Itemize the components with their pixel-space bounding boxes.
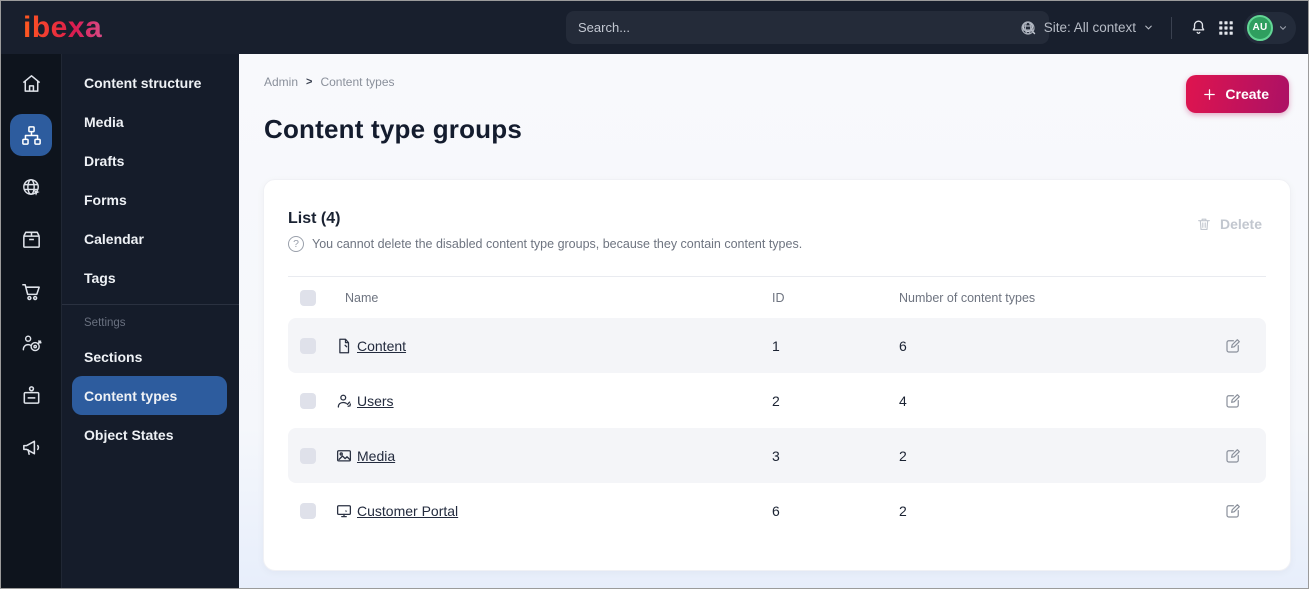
- edit-icon: [1226, 448, 1240, 463]
- group-id: 1: [772, 337, 780, 354]
- breadcrumb-admin[interactable]: Admin: [264, 75, 298, 89]
- table-body: Content 1 6 Users 2 4 Media 3 2 Customer…: [288, 318, 1266, 538]
- ibexa-admin-window: ibexa Site: All context: [0, 0, 1309, 589]
- monitor-icon: [335, 502, 357, 520]
- help-question-icon: [288, 236, 304, 252]
- marketing-megaphone-icon[interactable]: [10, 426, 52, 468]
- file-icon: [335, 337, 357, 355]
- list-info: You cannot delete the disabled content t…: [288, 236, 1266, 252]
- row-checkbox[interactable]: [300, 502, 316, 519]
- edit-button[interactable]: [1224, 447, 1252, 465]
- site-icon[interactable]: [10, 166, 52, 208]
- content-type-groups-table: Name ID Number of content types Content: [288, 276, 1266, 538]
- chevron-down-icon: [1279, 25, 1287, 30]
- delete-button-label: Delete: [1219, 216, 1262, 232]
- table-row: Users 2 4: [288, 373, 1266, 428]
- column-header-name: Name: [345, 290, 379, 305]
- row-checkbox[interactable]: [300, 337, 316, 354]
- edit-icon: [1226, 338, 1240, 353]
- breadcrumb: Admin > Content types: [264, 75, 395, 89]
- home-icon[interactable]: [10, 62, 52, 104]
- group-name-link[interactable]: Users: [357, 393, 394, 409]
- breadcrumb-separator: >: [306, 76, 313, 88]
- table-row: Customer Portal 6 2: [288, 483, 1266, 538]
- group-count: 4: [899, 392, 907, 409]
- menu-divider: [62, 304, 239, 305]
- user-icon: [335, 392, 357, 410]
- sidebar-item-object-states[interactable]: Object States: [62, 415, 239, 454]
- topbar-divider: [1171, 16, 1172, 39]
- main-content: Admin > Content types Create Content typ…: [239, 54, 1308, 588]
- corporate-badge-icon[interactable]: [10, 374, 52, 416]
- page-title: Content type groups: [264, 114, 523, 144]
- row-checkbox[interactable]: [300, 392, 316, 409]
- select-all-checkbox[interactable]: [300, 289, 316, 306]
- sidebar-item-forms[interactable]: Forms: [62, 180, 239, 219]
- table-row: Content 1 6: [288, 318, 1266, 373]
- image-icon: [335, 447, 357, 465]
- column-header-id: ID: [772, 290, 785, 305]
- edit-button[interactable]: [1224, 502, 1252, 520]
- site-context-label: Site: All context: [1043, 20, 1136, 35]
- sidebar-item-content-types[interactable]: Content types: [72, 376, 227, 415]
- global-search[interactable]: [566, 11, 1049, 44]
- sidebar-item-tags[interactable]: Tags: [62, 258, 239, 297]
- avatar: AU: [1247, 14, 1273, 41]
- sidebar-item-media[interactable]: Media: [62, 102, 239, 141]
- sidebar-item-content-structure[interactable]: Content structure: [62, 63, 239, 102]
- column-header-count: Number of content types: [899, 290, 1036, 305]
- edit-icon: [1226, 503, 1240, 518]
- table-header: Name ID Number of content types: [288, 276, 1266, 318]
- edit-icon: [1226, 393, 1240, 408]
- row-checkbox[interactable]: [300, 447, 316, 464]
- ibexa-logo[interactable]: ibexa: [23, 12, 102, 43]
- group-name-link[interactable]: Content: [357, 338, 406, 354]
- commerce-cart-icon[interactable]: [10, 270, 52, 312]
- sidebar-item-calendar[interactable]: Calendar: [62, 219, 239, 258]
- edit-button[interactable]: [1224, 392, 1252, 410]
- list-panel: List (4) You cannot delete the disabled …: [263, 179, 1291, 571]
- customers-segment-icon[interactable]: [10, 322, 52, 364]
- group-id: 6: [772, 502, 780, 519]
- group-id: 3: [772, 447, 780, 464]
- group-name-link[interactable]: Media: [357, 448, 395, 464]
- sidebar-item-drafts[interactable]: Drafts: [62, 141, 239, 180]
- list-info-text: You cannot delete the disabled content t…: [312, 237, 803, 251]
- breadcrumb-content-types: Content types: [320, 75, 395, 89]
- trash-icon: [1198, 218, 1210, 231]
- notifications-bell-icon[interactable]: [1189, 18, 1208, 37]
- topbar-right: Site: All context AU: [1019, 1, 1296, 54]
- group-count: 2: [899, 447, 907, 464]
- plus-icon: [1204, 88, 1216, 100]
- topbar: ibexa Site: All context: [1, 1, 1308, 54]
- user-menu[interactable]: AU: [1244, 11, 1296, 44]
- edit-button[interactable]: [1224, 337, 1252, 355]
- app-switcher-grid-icon[interactable]: [1217, 19, 1235, 37]
- group-count: 6: [899, 337, 907, 354]
- search-input[interactable]: [578, 20, 1020, 35]
- chevron-down-icon: [1145, 25, 1152, 30]
- create-button-label: Create: [1225, 86, 1269, 102]
- group-id: 2: [772, 392, 780, 409]
- delete-button[interactable]: Delete: [1196, 216, 1262, 232]
- table-row: Media 3 2: [288, 428, 1266, 483]
- content-structure-icon[interactable]: [10, 114, 52, 156]
- sidebar-item-sections[interactable]: Sections: [62, 337, 239, 376]
- group-count: 2: [899, 502, 907, 519]
- icon-rail: [1, 54, 61, 588]
- product-catalog-icon[interactable]: [10, 218, 52, 260]
- group-name-link[interactable]: Customer Portal: [357, 503, 458, 519]
- sidebar-menu: Content structure Media Drafts Forms Cal…: [61, 54, 239, 588]
- site-context-selector[interactable]: Site: All context: [1019, 19, 1154, 37]
- globe-icon: [1019, 19, 1037, 37]
- create-button[interactable]: Create: [1186, 75, 1289, 113]
- menu-section-settings: Settings: [84, 317, 126, 329]
- list-title: List (4): [288, 210, 341, 227]
